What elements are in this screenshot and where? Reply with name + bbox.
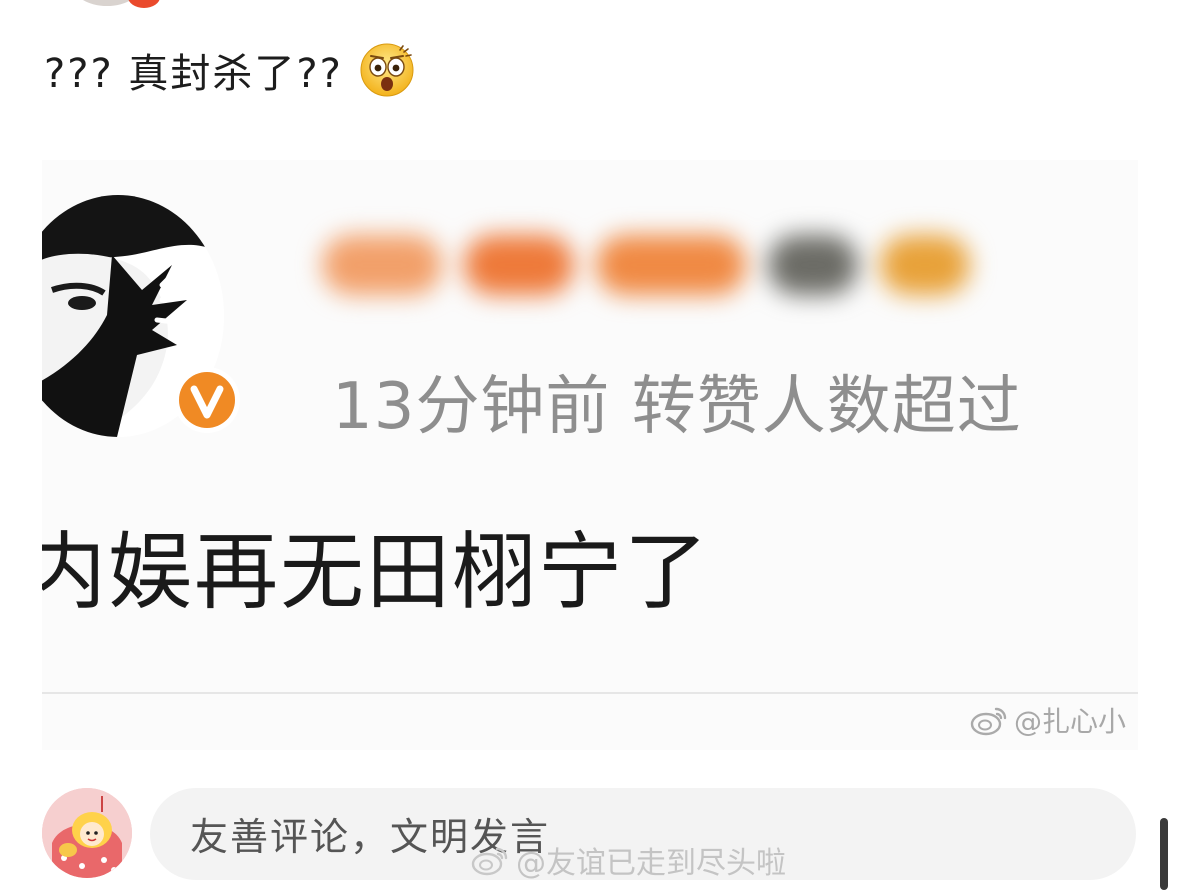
verified-badge-icon: [174, 367, 240, 433]
bottom-watermark: @友谊已走到尽头啦: [470, 840, 786, 881]
card-meta-text: 13分钟前 转赞人数超过: [332, 370, 1022, 444]
avatar-badge: [128, 0, 160, 8]
cartoon-avatar-icon: [42, 788, 132, 878]
weibo-logo-icon: [970, 707, 1007, 736]
card-watermark-text: @扎心小: [1014, 705, 1127, 738]
card-divider: [42, 692, 1138, 694]
card-headline: 内娱再无田栩宁了: [42, 523, 711, 621]
card-watermark: @扎心小: [970, 700, 1126, 740]
surprised-face-emoji-icon: [360, 43, 414, 97]
commenter-avatar[interactable]: [42, 788, 132, 878]
blurred-username: [322, 205, 1022, 325]
scrollbar-thumb[interactable]: [1160, 818, 1168, 890]
post-text: ??? 真封杀了??: [44, 51, 343, 97]
post-content: ??? 真封杀了??: [44, 40, 415, 100]
bottom-watermark-text: @友谊已走到尽头啦: [516, 846, 786, 881]
embedded-screenshot[interactable]: 13分钟前 转赞人数超过 内娱再无田栩宁了 @扎心小: [42, 160, 1138, 750]
weibo-logo-icon: [471, 847, 508, 876]
